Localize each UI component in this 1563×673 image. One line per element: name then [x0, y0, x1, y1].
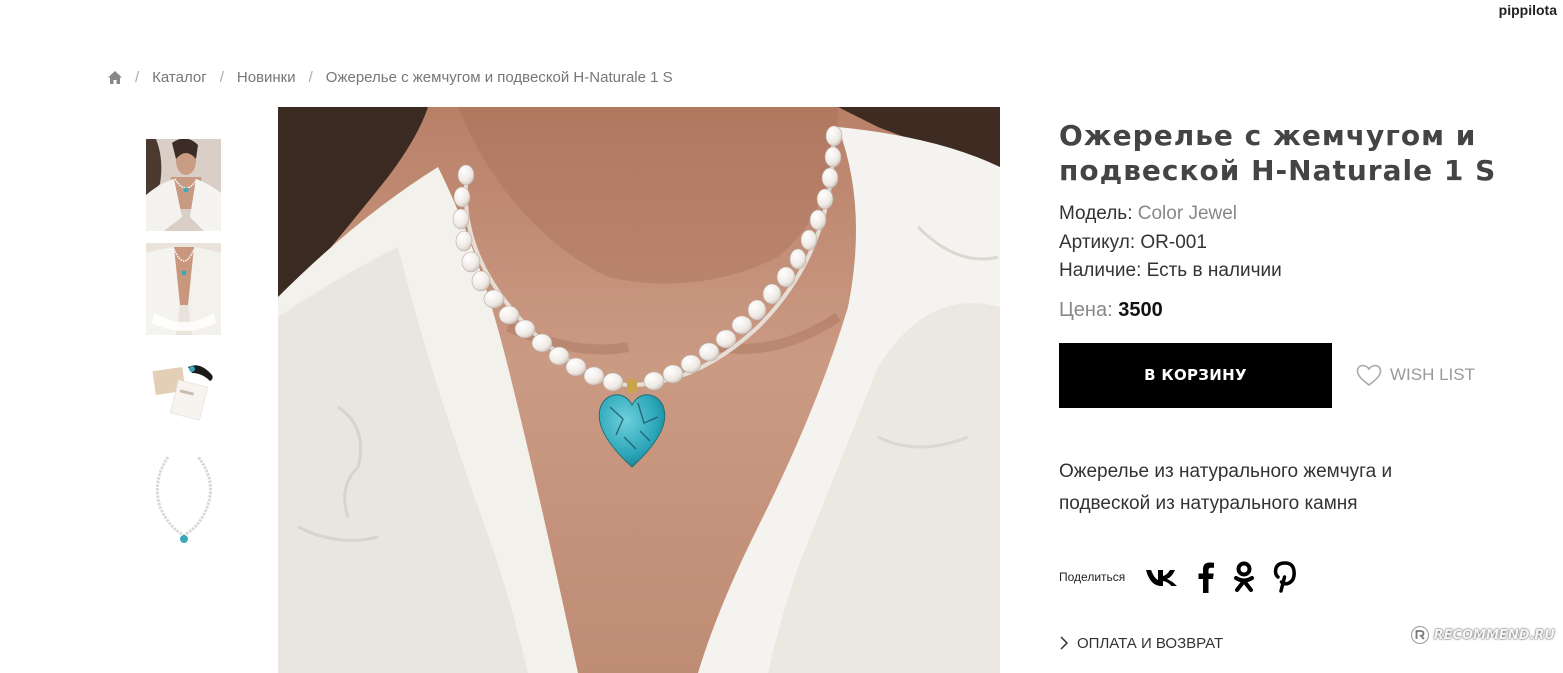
sku-label: Артикул:	[1059, 231, 1136, 253]
sku-row: Артикул: OR-001	[1059, 229, 1519, 258]
thumbnail-2[interactable]	[146, 243, 221, 335]
breadcrumb-catalog[interactable]: Каталог	[152, 69, 207, 86]
wishlist-button[interactable]: WISH LIST	[1356, 364, 1475, 386]
product-info: Ожерелье с жемчугом и подвеской H-Natura…	[1059, 118, 1519, 652]
username[interactable]: pippilota	[1499, 2, 1557, 18]
facebook-icon[interactable]	[1197, 559, 1215, 595]
add-to-cart-button[interactable]: В КОРЗИНУ	[1059, 342, 1332, 408]
breadcrumb-separator: /	[135, 69, 140, 86]
wishlist-label: WISH LIST	[1390, 365, 1476, 384]
vk-icon[interactable]	[1145, 559, 1179, 595]
chevron-right-icon	[1060, 636, 1069, 650]
breadcrumb-separator: /	[219, 69, 224, 86]
home-icon[interactable]	[108, 71, 122, 84]
model-row: Модель: Color Jewel	[1059, 200, 1519, 229]
payment-return-label: ОПЛАТА И ВОЗВРАТ	[1077, 634, 1224, 652]
odnoklassniki-icon[interactable]	[1233, 559, 1255, 595]
price-row: Цена: 3500	[1059, 299, 1519, 322]
availability-label: Наличие:	[1059, 260, 1142, 281]
breadcrumb-current[interactable]: Ожерелье с жемчугом и подвеской H-Natura…	[326, 69, 673, 86]
price-label: Цена:	[1059, 298, 1113, 321]
heart-icon	[1356, 364, 1382, 386]
recommend-logo-icon	[1410, 626, 1429, 644]
model-label: Модель:	[1059, 203, 1133, 224]
share-row: Поделиться	[1059, 559, 1519, 595]
product-title: Ожерелье с жемчугом и подвеской H-Natura…	[1059, 119, 1497, 187]
product-description: Ожерелье из натурального жемчуга и подве…	[1059, 460, 1393, 514]
thumbnail-1[interactable]	[146, 139, 221, 231]
product-main-image[interactable]	[278, 107, 1000, 673]
thumbnail-4[interactable]	[146, 451, 221, 551]
thumbnail-3[interactable]	[146, 347, 221, 439]
price-value: 3500	[1118, 298, 1163, 321]
product-meta: Модель: Color Jewel Артикул: OR-001 Нали…	[1059, 200, 1519, 286]
breadcrumb-separator: /	[308, 69, 313, 86]
breadcrumb-new[interactable]: Новинки	[237, 69, 296, 86]
watermark-text: RECOMMEND.RU	[1433, 627, 1555, 643]
watermark: RECOMMEND.RU	[1410, 625, 1555, 645]
thumbnail-list	[146, 139, 222, 563]
pinterest-icon[interactable]	[1273, 559, 1297, 595]
breadcrumb: / Каталог / Новинки / Ожерелье с жемчуго…	[108, 69, 673, 86]
availability-value: Есть в наличии	[1146, 260, 1282, 281]
product-actions: В КОРЗИНУ WISH LIST	[1059, 342, 1519, 408]
availability-row: Наличие: Есть в наличии	[1059, 257, 1519, 286]
model-link[interactable]: Color Jewel	[1138, 203, 1237, 224]
sku-value: OR-001	[1140, 231, 1207, 253]
share-label: Поделиться	[1059, 569, 1126, 584]
